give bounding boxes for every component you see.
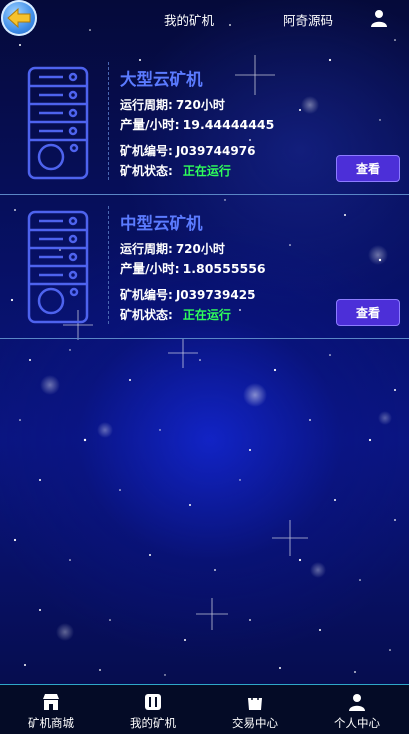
nav-my-mining-link[interactable]: 我的矿机 [164,10,214,29]
nav-item-profile[interactable]: 个人中心 [306,685,408,734]
machine-card: 中型云矿机 运行周期: 720小时 产量/小时: 1.80555556 矿机编号: J… [0,194,409,338]
nav-label: 矿机商城 [28,716,74,730]
card-separator [108,62,109,180]
cycle-row: 运行周期: 720小时 [120,96,225,113]
header-spacer [0,48,409,49]
id-label: 矿机编号: [120,144,173,158]
machine-card: 大型云矿机 运行周期: 720小时 产量/小时: 19.44444445 矿机编号:… [0,50,409,194]
nav-item-my-miners[interactable]: 我的矿机 [102,685,204,734]
output-label: 产量/小时: [120,261,180,276]
nav-item-trade[interactable]: 交易中心 [204,685,306,734]
nav-item-store[interactable]: 矿机商城 [0,685,102,734]
nav-aqi-source-link[interactable]: 阿奇源码 [283,10,333,29]
machine-title: 大型云矿机 [120,70,203,89]
store-icon [43,694,59,710]
output-value: 1.80555556 [182,261,266,276]
cycle-label: 运行周期: [120,242,173,256]
id-row: 矿机编号: J039744976 [120,142,255,159]
output-row: 产量/小时: 19.44444445 [120,114,274,133]
id-value: J039739425 [175,288,256,302]
shopping-bag-icon [248,694,262,710]
cycle-value: 720小时 [175,98,225,112]
view-button[interactable]: 查看 [336,299,400,326]
nav-label: 交易中心 [232,716,278,730]
id-label: 矿机编号: [120,288,173,302]
machine-title: 中型云矿机 [120,214,203,233]
card-separator [108,206,109,324]
cycle-label: 运行周期: [120,98,173,112]
top-bar: 我的矿机 阿奇源码 [0,0,409,38]
id-row: 矿机编号: J039739425 [120,286,255,303]
status-value: 正在运行 [182,164,231,178]
back-arrow-icon [7,8,31,28]
status-label: 矿机状态: [120,164,173,178]
bottom-nav: 矿机商城 我的矿机 交易中心 个人中心 [0,684,409,734]
cycle-row: 运行周期: 720小时 [120,240,225,257]
view-button[interactable]: 查看 [336,155,400,182]
status-row: 矿机状态: 正在运行 [120,162,231,179]
nav-label: 个人中心 [334,716,380,730]
output-label: 产量/小时: [120,117,180,132]
nav-label: 我的矿机 [130,716,176,730]
cycle-value: 720小时 [175,242,225,256]
status-label: 矿机状态: [120,308,173,322]
id-value: J039744976 [175,144,256,158]
user-icon [349,694,365,711]
miner-icon [145,694,161,710]
user-icon[interactable] [370,9,388,27]
status-row: 矿机状态: 正在运行 [120,306,231,323]
server-icon [27,66,89,180]
back-button[interactable] [1,0,37,36]
output-row: 产量/小时: 1.80555556 [120,258,266,277]
server-icon [27,210,89,324]
output-value: 19.44444445 [182,117,275,132]
card-divider [0,338,409,339]
status-value: 正在运行 [182,308,231,322]
